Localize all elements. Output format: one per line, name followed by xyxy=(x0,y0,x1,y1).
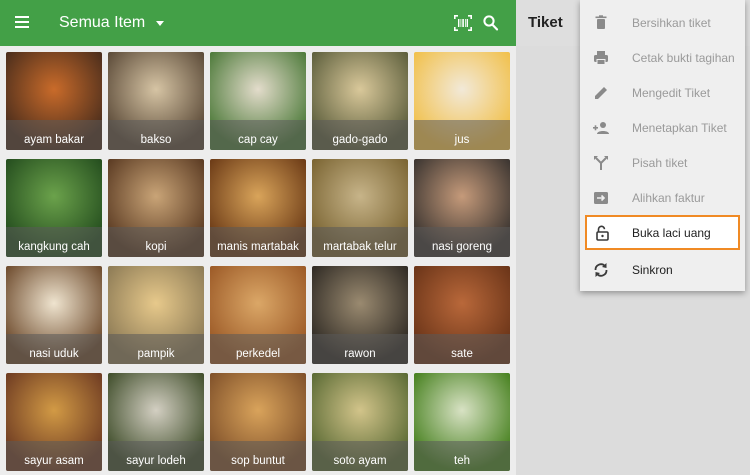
page-title: Semua Item xyxy=(59,14,146,31)
item-label: martabak telur xyxy=(323,241,397,253)
item-label: kangkung cah xyxy=(18,241,90,253)
trash-icon xyxy=(595,14,607,29)
item-tile[interactable]: martabak telur xyxy=(312,159,408,257)
app-bar: Semua Item xyxy=(0,0,516,46)
menu-item-label: Alihkan faktur xyxy=(632,190,705,205)
item-label: sayur lodeh xyxy=(126,455,186,467)
item-label: manis martabak xyxy=(217,241,299,253)
item-tile[interactable]: nasi goreng xyxy=(414,159,510,257)
item-tile[interactable]: cap cay xyxy=(210,52,306,150)
barcode-scan-icon[interactable] xyxy=(452,13,474,33)
item-label: sop buntut xyxy=(231,455,285,467)
menu-item-label: Mengedit Tiket xyxy=(632,85,711,100)
item-tile[interactable]: perkedel xyxy=(210,266,306,364)
menu-item-split-ticket[interactable]: Pisah tiket xyxy=(580,145,745,180)
item-label: nasi goreng xyxy=(431,241,493,253)
item-label: sate xyxy=(451,348,473,360)
item-tile[interactable]: soto ayam xyxy=(312,373,408,471)
caret-down-icon xyxy=(156,21,165,26)
item-label: teh xyxy=(454,455,470,467)
item-label: perkedel xyxy=(235,348,281,360)
menu-item-label: Menetapkan Tiket xyxy=(632,120,727,135)
item-tile[interactable]: sop buntut xyxy=(210,373,306,471)
ticket-title: Tiket xyxy=(528,14,563,31)
item-tile[interactable]: gado-gado xyxy=(312,52,408,150)
item-tile[interactable]: bakso xyxy=(108,52,204,150)
item-label: sayur asam xyxy=(24,455,84,467)
item-label: gado-gado xyxy=(332,134,388,146)
sync-icon xyxy=(594,262,608,277)
item-label: rawon xyxy=(344,348,376,360)
item-tile[interactable]: kangkung cah xyxy=(6,159,102,257)
menu-item-label: Buka laci uang xyxy=(632,225,711,240)
overflow-menu: Bersihkan tiket Cetak bukti tagihan Meng… xyxy=(580,0,745,291)
item-label: cap cay xyxy=(238,134,278,146)
menu-item-label: Sinkron xyxy=(632,262,673,277)
menu-item-sync[interactable]: Sinkron xyxy=(580,252,745,287)
split-icon xyxy=(594,155,608,170)
item-tile[interactable]: pampik xyxy=(108,266,204,364)
item-label: soto ayam xyxy=(333,455,387,467)
menu-item-label: Cetak bukti tagihan xyxy=(632,50,735,65)
item-label: ayam bakar xyxy=(23,134,85,146)
menu-item-clear-ticket[interactable]: Bersihkan tiket xyxy=(580,5,745,40)
item-tile[interactable]: teh xyxy=(414,373,510,471)
pencil-icon xyxy=(595,86,607,99)
menu-item-open-cash-drawer[interactable]: Buka laci uang xyxy=(585,215,740,250)
menu-item-print-bill[interactable]: Cetak bukti tagihan xyxy=(580,40,745,75)
menu-item-assign-ticket[interactable]: Menetapkan Tiket xyxy=(580,110,745,145)
menu-item-label: Bersihkan tiket xyxy=(632,15,711,30)
item-label: pampik xyxy=(137,348,175,360)
item-label: kopi xyxy=(145,241,167,253)
item-tile[interactable]: sate xyxy=(414,266,510,364)
item-tile[interactable]: sayur lodeh xyxy=(108,373,204,471)
item-tile[interactable]: sayur asam xyxy=(6,373,102,471)
assign-user-icon xyxy=(593,121,609,134)
item-label: jus xyxy=(454,134,470,146)
item-tile[interactable]: nasi uduk xyxy=(6,266,102,364)
transfer-icon xyxy=(594,191,608,204)
item-tile[interactable]: jus xyxy=(414,52,510,150)
item-grid: ayam bakar bakso cap cay gado-gado jus k… xyxy=(0,46,516,475)
menu-item-label: Pisah tiket xyxy=(632,155,688,170)
menu-icon[interactable] xyxy=(14,13,36,33)
item-tile[interactable]: ayam bakar xyxy=(6,52,102,150)
unlock-icon xyxy=(596,225,609,241)
menu-item-edit-ticket[interactable]: Mengedit Tiket xyxy=(580,75,745,110)
item-tile[interactable]: manis martabak xyxy=(210,159,306,257)
printer-icon xyxy=(594,50,608,65)
item-tile[interactable]: rawon xyxy=(312,266,408,364)
search-icon[interactable] xyxy=(481,12,501,34)
menu-item-transfer-invoice[interactable]: Alihkan faktur xyxy=(580,180,745,215)
item-label: nasi uduk xyxy=(29,348,79,360)
item-tile[interactable]: kopi xyxy=(108,159,204,257)
category-dropdown[interactable]: Semua Item xyxy=(59,0,165,46)
item-label: bakso xyxy=(140,134,172,146)
